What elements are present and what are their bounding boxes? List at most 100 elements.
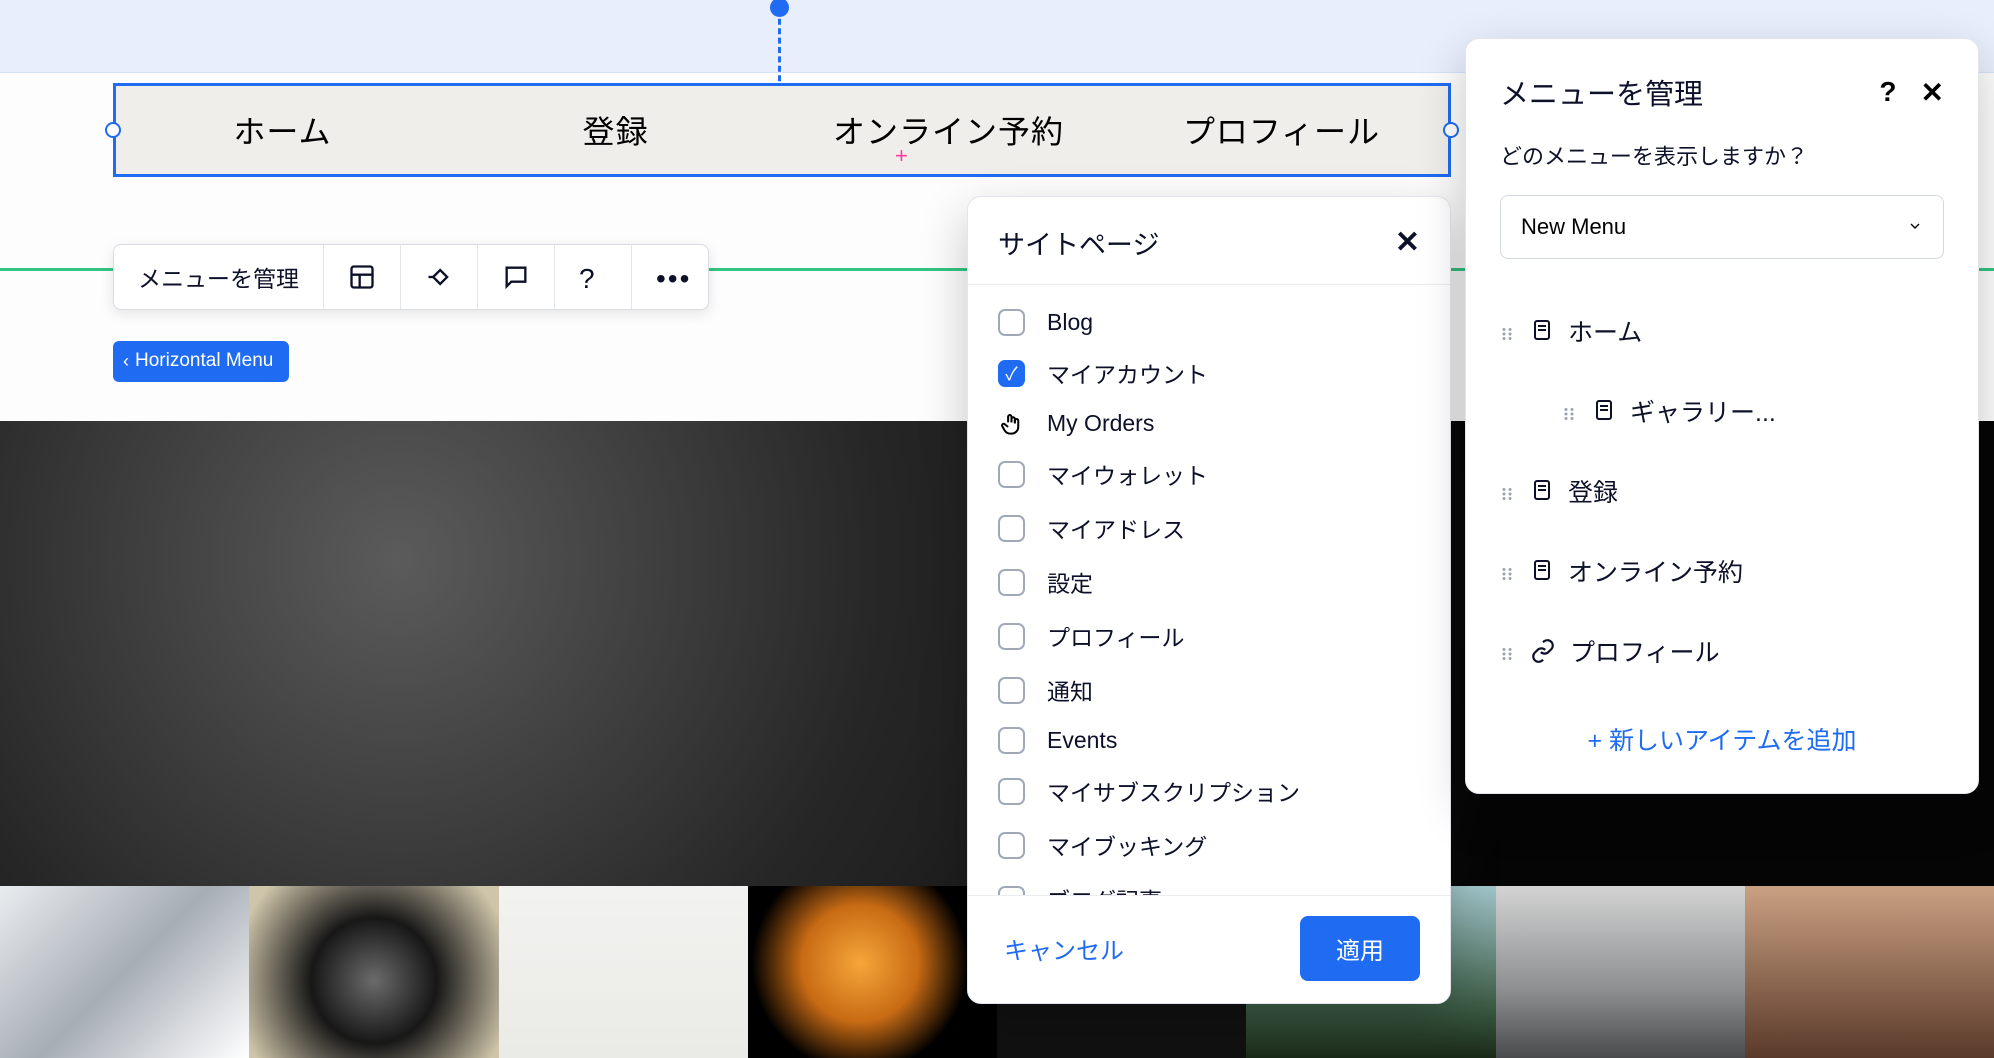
page-option[interactable]: マイウォレット xyxy=(998,447,1420,501)
page-option-label: My Orders xyxy=(1047,410,1154,437)
comment-button[interactable] xyxy=(478,245,555,309)
menu-item-label: オンライン予約 xyxy=(1568,553,1743,589)
site-pages-modal: サイトページ ✕ Blog ✓マイアカウント My Orders マイウォレットマイア… xyxy=(967,196,1451,1004)
page-option-label: Events xyxy=(1047,727,1117,754)
page-option-label: マイアドレス xyxy=(1047,511,1185,545)
cursor-hand-icon xyxy=(998,410,1025,437)
page-option-label: 設定 xyxy=(1047,565,1093,599)
layout-icon xyxy=(348,263,376,291)
manage-menu-panel: メニューを管理 ? ✕ どのメニューを表示しますか？ New Menu ホームギ… xyxy=(1465,38,1979,794)
close-button[interactable]: ✕ xyxy=(1921,76,1944,109)
page-option[interactable]: Blog xyxy=(998,299,1420,346)
page-option-label: Blog xyxy=(1047,309,1093,336)
checkbox[interactable] xyxy=(998,569,1025,596)
panel-subtitle: どのメニューを表示しますか？ xyxy=(1466,139,1978,185)
gallery-thumb xyxy=(748,886,997,1058)
page-option-label: マイウォレット xyxy=(1047,457,1208,491)
checkbox[interactable] xyxy=(998,832,1025,859)
apply-button[interactable]: 適用 xyxy=(1300,916,1420,981)
menu-item-label: ホーム xyxy=(1568,313,1642,349)
animation-button[interactable] xyxy=(401,245,478,309)
page-option-label: 通知 xyxy=(1047,673,1093,707)
nav-item-booking[interactable]: オンライン予約 xyxy=(782,86,1115,174)
menu-items-list: ホームギャラリー... 登録オンライン予約プロフィール xyxy=(1466,283,1978,695)
menu-item-row[interactable]: 登録 xyxy=(1476,451,1968,531)
page-option[interactable]: Events xyxy=(998,717,1420,764)
nav-item-profile[interactable]: プロフィール xyxy=(1115,86,1448,174)
nav-item-register[interactable]: 登録 xyxy=(449,86,782,174)
site-pages-list: Blog ✓マイアカウント My Orders マイウォレットマイアドレス設定プロフィ… xyxy=(968,285,1450,895)
checkbox[interactable] xyxy=(998,727,1025,754)
drag-handle-icon[interactable] xyxy=(1498,641,1516,661)
resize-handle-left[interactable] xyxy=(105,122,121,138)
page-option-label: プロフィール xyxy=(1047,619,1185,653)
modal-title: サイトページ xyxy=(998,223,1159,262)
menu-item-row[interactable]: ホーム xyxy=(1476,291,1968,371)
nav-item-home[interactable]: ホーム xyxy=(116,86,449,174)
checkbox[interactable] xyxy=(998,309,1025,336)
drag-handle-icon[interactable] xyxy=(1498,561,1516,581)
breadcrumb[interactable]: ‹ Horizontal Menu xyxy=(113,341,289,382)
close-icon: ✕ xyxy=(1921,77,1944,108)
gallery-thumb xyxy=(0,886,249,1058)
link-icon xyxy=(1530,638,1556,664)
manage-menu-button[interactable]: メニューを管理 xyxy=(114,245,324,309)
menu-select[interactable]: New Menu xyxy=(1500,195,1944,259)
page-option-label: マイサブスクリプション xyxy=(1047,774,1300,808)
page-icon xyxy=(1530,478,1554,504)
close-icon: ✕ xyxy=(1395,226,1420,259)
page-icon xyxy=(1530,318,1554,344)
page-icon xyxy=(1592,398,1616,424)
checkbox[interactable] xyxy=(998,515,1025,542)
help-icon: ? xyxy=(1879,76,1896,107)
menu-select-value: New Menu xyxy=(1521,214,1626,240)
horizontal-menu-element[interactable]: ホーム 登録 オンライン予約 プロフィール xyxy=(113,83,1451,177)
drag-handle-icon[interactable] xyxy=(1498,481,1516,501)
close-button[interactable]: ✕ xyxy=(1395,225,1420,260)
page-option-label: ブログ記事 xyxy=(1047,882,1162,895)
page-icon xyxy=(1530,558,1554,584)
checkbox[interactable] xyxy=(998,461,1025,488)
checkbox[interactable] xyxy=(998,677,1025,704)
page-option[interactable]: ブログ記事 xyxy=(998,872,1420,895)
chevron-left-icon: ‹ xyxy=(123,351,129,372)
help-button[interactable]: ? xyxy=(1879,76,1896,108)
more-button[interactable]: ••• xyxy=(632,245,708,309)
help-icon: ? xyxy=(579,263,607,291)
menu-item-row[interactable]: オンライン予約 xyxy=(1476,531,1968,611)
checkbox[interactable] xyxy=(998,778,1025,805)
comment-icon xyxy=(502,263,530,291)
resize-handle-right[interactable] xyxy=(1443,122,1459,138)
gallery-thumb xyxy=(499,886,748,1058)
page-option[interactable]: ✓マイアカウント xyxy=(998,346,1420,400)
cancel-button[interactable]: キャンセル xyxy=(998,930,1130,967)
drag-handle-icon[interactable] xyxy=(1560,401,1578,421)
gallery-thumb xyxy=(249,886,498,1058)
checkbox[interactable]: ✓ xyxy=(998,360,1025,387)
layout-button[interactable] xyxy=(324,245,401,309)
page-option[interactable]: マイアドレス xyxy=(998,501,1420,555)
page-option[interactable]: マイサブスクリプション xyxy=(998,764,1420,818)
menu-item-label: 登録 xyxy=(1568,473,1618,509)
menu-item-label: ギャラリー... xyxy=(1630,393,1776,429)
help-button[interactable]: ? xyxy=(555,245,632,309)
drag-handle-icon[interactable] xyxy=(1498,321,1516,341)
breadcrumb-label: Horizontal Menu xyxy=(135,350,273,372)
page-option[interactable]: 設定 xyxy=(998,555,1420,609)
element-toolbar: メニューを管理 ? ••• xyxy=(113,244,709,310)
menu-item-row[interactable]: ギャラリー... xyxy=(1476,371,1968,451)
anchor-cross-icon: + xyxy=(895,143,908,169)
page-option[interactable]: 通知 xyxy=(998,663,1420,717)
page-option[interactable]: マイブッキング xyxy=(998,818,1420,872)
checkbox[interactable] xyxy=(998,623,1025,650)
page-option-label: マイブッキング xyxy=(1047,828,1207,862)
checkbox[interactable] xyxy=(998,886,1025,896)
gallery-thumb xyxy=(1745,886,1994,1058)
page-option[interactable]: My Orders xyxy=(998,400,1420,447)
more-icon: ••• xyxy=(656,263,684,291)
add-item-button[interactable]: + 新しいアイテムを追加 xyxy=(1466,695,1978,779)
menu-item-row[interactable]: プロフィール xyxy=(1476,611,1968,691)
chevron-down-icon xyxy=(1907,214,1923,240)
animation-icon xyxy=(425,263,453,291)
page-option[interactable]: プロフィール xyxy=(998,609,1420,663)
